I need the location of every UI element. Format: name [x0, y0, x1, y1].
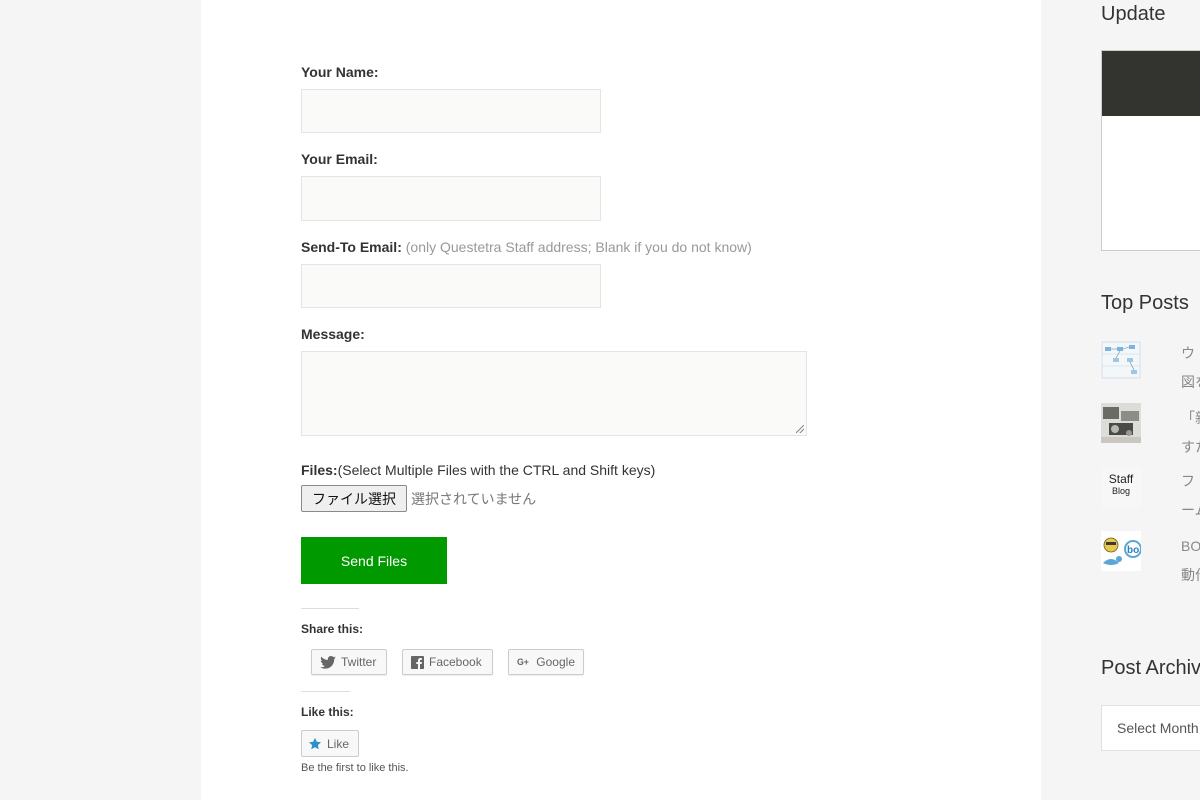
svg-text:bo: bo	[1127, 545, 1139, 556]
svg-text:G+: G+	[517, 657, 529, 667]
post-title-1-line2: 図を	[1181, 374, 1200, 390]
google-plus-icon: G+	[517, 657, 529, 667]
sendto-hint: (only Questetra Staff address; Blank if …	[405, 239, 752, 255]
send-files-button[interactable]: Send Files	[301, 537, 447, 584]
post-title-4[interactable]: BO 動作	[1181, 532, 1200, 590]
files-label-text: Files:	[301, 462, 338, 478]
like-divider	[301, 691, 350, 692]
name-label: Your Name:	[301, 64, 379, 80]
star-icon	[308, 737, 322, 749]
email-label: Your Email:	[301, 151, 378, 167]
illustration-thumbnail-icon: bo	[1101, 531, 1142, 571]
post-title-2-line2: すた	[1181, 439, 1200, 455]
sendto-input[interactable]	[301, 264, 601, 308]
staff-thumb-line1: Staff	[1108, 472, 1134, 486]
share-heading: Share this:	[301, 622, 364, 636]
staff-thumb-line2: Blog	[1111, 486, 1130, 496]
twitter-share-button[interactable]: Twitter	[311, 649, 387, 675]
files-hint: (Select Multiple Files with the CTRL and…	[337, 462, 656, 478]
file-status: 選択されていません	[411, 491, 537, 507]
file-choose-button[interactable]: ファイル選択	[301, 485, 407, 512]
sendto-label-text: Send-To Email:	[301, 239, 402, 255]
google-label: Google	[536, 655, 575, 669]
sendto-label: Send-To Email: (only Questetra Staff add…	[301, 239, 752, 255]
content-area: Your Name: Your Email: Send-To Email: (o…	[201, 0, 1041, 800]
update-widget-header	[1102, 51, 1200, 116]
archive-month-select[interactable]: Select Month	[1101, 705, 1200, 751]
email-input[interactable]	[301, 176, 601, 221]
files-label: Files:(Select Multiple Files with the CT…	[301, 462, 655, 478]
post-title-1-line1: ウ	[1181, 345, 1195, 361]
like-button[interactable]: Like	[301, 730, 359, 757]
post-title-1[interactable]: ウ 図を	[1181, 339, 1200, 397]
post-title-3-line2: ーム	[1181, 502, 1200, 518]
name-input[interactable]	[301, 89, 601, 133]
update-widget[interactable]	[1101, 50, 1200, 251]
post-thumbnail-diagram[interactable]	[1101, 340, 1141, 380]
post-title-2-line1: 「新	[1181, 410, 1200, 426]
twitter-label: Twitter	[341, 655, 377, 669]
diagram-thumbnail-icon	[1101, 340, 1141, 380]
google-share-button[interactable]: G+ Google	[508, 649, 584, 675]
post-thumbnail-photo[interactable]	[1101, 403, 1141, 443]
twitter-icon	[320, 655, 336, 669]
message-textarea[interactable]	[301, 351, 807, 436]
facebook-share-button[interactable]: Facebook	[402, 649, 493, 675]
like-heading: Like this:	[301, 705, 354, 719]
photo-thumbnail-icon	[1101, 403, 1141, 443]
post-title-4-line2: 動作	[1181, 567, 1200, 583]
post-archive-heading: Post Archive	[1101, 657, 1200, 679]
post-thumbnail-staff-blog[interactable]: Staff Blog	[1101, 467, 1141, 507]
like-label: Like	[327, 736, 350, 751]
update-heading: Update	[1101, 3, 1166, 25]
post-title-2[interactable]: 「新 すた	[1181, 404, 1200, 462]
sidebar: Update Top Posts ウ 図を	[1101, 0, 1200, 800]
post-title-3[interactable]: フ ーム	[1181, 467, 1200, 525]
share-divider	[301, 608, 359, 609]
like-note: Be the first to like this.	[301, 762, 409, 774]
post-title-4-line1: BO	[1181, 538, 1200, 554]
top-posts-heading: Top Posts	[1101, 292, 1189, 314]
post-thumbnail-illustration[interactable]: bo	[1101, 531, 1142, 571]
message-label: Message:	[301, 326, 365, 342]
resize-grip-icon[interactable]	[796, 425, 804, 433]
post-title-3-line1: フ	[1181, 473, 1195, 489]
facebook-label: Facebook	[429, 655, 482, 669]
facebook-icon	[411, 655, 424, 669]
